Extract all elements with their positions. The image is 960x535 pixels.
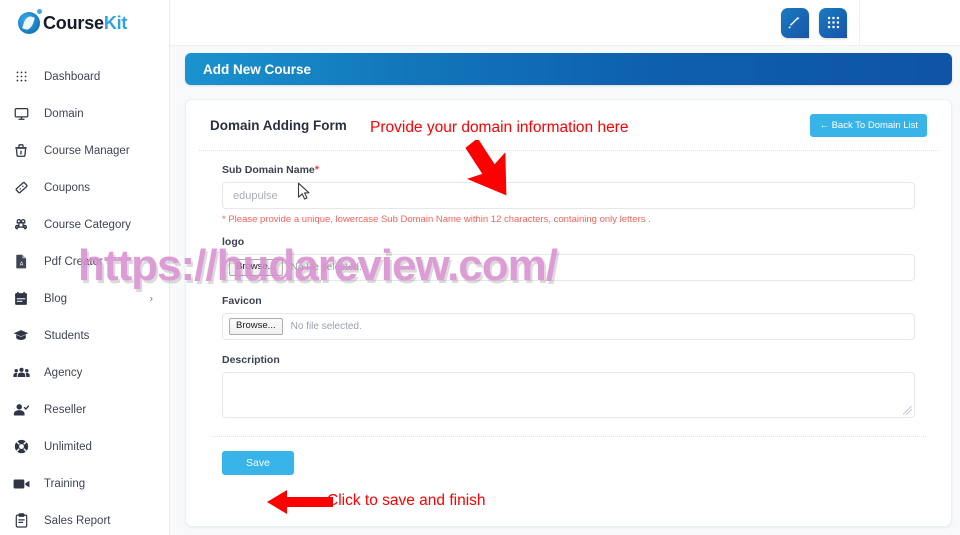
sidebar-item-label: Pdf Creator [44,255,103,268]
chevron-right-icon: › [149,293,153,304]
lifebuoy-icon [10,439,32,455]
favicon-file-input[interactable]: Browse... No file selected. [222,313,915,340]
favicon-file-status: No file selected. [290,321,362,332]
sidebar-item-label: Blog [44,292,68,305]
magic-wand-icon [788,16,802,30]
monitor-icon [10,106,32,122]
sidebar-item-agency[interactable]: Agency [0,354,169,391]
sidebar-item-label: Domain [44,107,84,120]
grid-dots-icon [10,69,32,85]
description-label: Description [222,354,280,366]
field-favicon: Favicon Browse... No file selected. [222,295,915,340]
page-title: Add New Course [203,61,312,77]
sidebar-nav: Dashboard Domain Course Manager Coupons [0,46,169,535]
magic-wand-button[interactable] [781,7,809,38]
clipboard-icon [10,513,32,529]
sidebar-item-dashboard[interactable]: Dashboard [0,58,169,95]
logo-file-status: No file selected. [290,262,362,273]
domain-form-card: Domain Adding Form ← Back To Domain List… [185,99,952,527]
field-logo: logo Browse... No file selected. [222,236,915,281]
favicon-browse-button[interactable]: Browse... [229,318,283,335]
app-root: CourseKit Dashboard Domain Course Manage [0,0,960,535]
sidebar-item-label: Training [44,477,86,490]
sidebar-item-reseller[interactable]: Reseller [0,391,169,428]
command-icon [10,217,32,233]
annotation-top-text: Provide your domain information here [370,119,629,136]
brand-name-part2: Kit [103,12,128,33]
sidebar-item-label: Sales Report [44,514,111,527]
sidebar-item-course-manager[interactable]: Course Manager [0,132,169,169]
brand-logo[interactable]: CourseKit [0,0,169,46]
sidebar-item-domain[interactable]: Domain [0,95,169,132]
sidebar-item-course-category[interactable]: Course Category [0,206,169,243]
sidebar-item-blog[interactable]: Blog › [0,280,169,317]
sidebar-item-label: Reseller [44,403,87,416]
back-to-domain-list-button[interactable]: ← Back To Domain List [810,113,927,137]
sidebar-item-label: Course Category [44,218,131,231]
description-textarea[interactable] [222,372,915,418]
sidebar-item-unlimited[interactable]: Unlimited [0,428,169,465]
logo-file-input[interactable]: Browse... No file selected. [222,254,915,281]
app-grid-button[interactable] [819,7,847,38]
brand-name-part1: Course [43,12,104,33]
form-title: Domain Adding Form [210,117,347,133]
field-sub-domain-name: Sub Domain Name* * Please provide a uniq… [222,164,915,225]
sidebar-item-label: Students [44,329,90,342]
sidebar-item-label: Agency [44,366,83,379]
sidebar-item-label: Course Manager [44,144,130,157]
pdf-file-icon: A [10,254,32,270]
sub-domain-name-hint: * Please provide a unique, lowercase Sub… [222,214,651,225]
required-asterisk: * [314,164,320,176]
annotation-arrow-down-icon [465,140,507,196]
sidebar: CourseKit Dashboard Domain Course Manage [0,0,170,535]
topbar [170,0,960,46]
favicon-label: Favicon [222,295,262,307]
sidebar-item-label: Unlimited [44,440,92,453]
topbar-divider [859,0,860,45]
field-description: Description [222,354,915,418]
sidebar-item-label: Coupons [44,181,91,194]
logo-browse-button[interactable]: Browse... [229,259,283,276]
sub-domain-name-label: Sub Domain Name* [222,164,915,176]
calendar-icon [10,291,32,307]
annotation-arrow-left-icon [267,490,333,514]
sidebar-item-label: Dashboard [44,70,101,83]
logo-label: logo [222,236,245,248]
sidebar-item-training[interactable]: Training [0,465,169,502]
save-button[interactable]: Save [222,451,294,475]
page-banner: Add New Course [185,53,952,85]
svg-text:A: A [19,261,23,267]
user-check-icon [10,402,32,418]
basket-icon [10,143,32,159]
app-grid-icon [827,16,840,29]
sidebar-item-students[interactable]: Students [0,317,169,354]
graduation-cap-icon [10,328,32,344]
sub-domain-name-input[interactable] [222,182,915,209]
mouse-cursor-icon [297,182,310,200]
sidebar-item-sales-report[interactable]: Sales Report [0,502,169,535]
coursekit-logo-icon [18,9,42,34]
sidebar-item-pdf-creator[interactable]: A Pdf Creator [0,243,169,280]
brand-name: CourseKit [43,13,127,34]
video-camera-icon [10,476,32,492]
sidebar-item-coupons[interactable]: Coupons [0,169,169,206]
sub-domain-name-label-text: Sub Domain Name [222,164,315,176]
ticket-icon [10,180,32,196]
form-footer: Save [198,437,939,475]
users-group-icon [10,365,32,381]
annotation-bottom-text: Click to save and finish [327,492,486,509]
